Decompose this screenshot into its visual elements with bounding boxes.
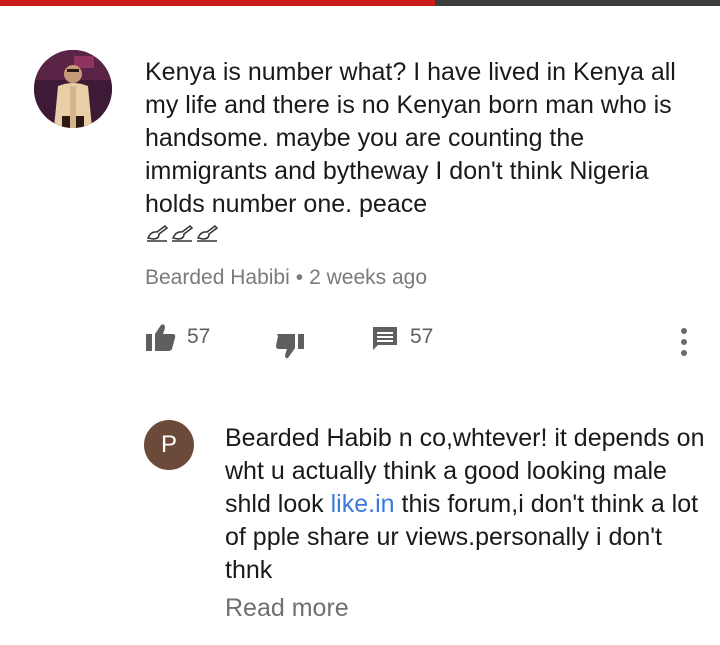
comment-author[interactable]: Bearded Habibi: [145, 266, 290, 289]
reply-button[interactable]: 57: [370, 322, 433, 352]
top-strip-dark: [435, 0, 720, 6]
avatar-photo: [34, 50, 112, 128]
writing-hand-icon: [146, 225, 169, 242]
reply-link[interactable]: like.in: [331, 490, 395, 518]
meta-separator: •: [295, 266, 304, 289]
reply-avatar-letter: P: [160, 431, 177, 458]
writing-hand-icon: [171, 225, 194, 242]
reply-count: 57: [410, 325, 434, 348]
commenter-avatar[interactable]: [34, 50, 112, 128]
writing-hand-icon: [196, 225, 219, 242]
thumbs-up-icon: [146, 324, 176, 351]
reply-avatar[interactable]: P: [144, 420, 194, 470]
like-count: 57: [187, 325, 211, 348]
comment-text: Kenya is number what? I have lived in Ke…: [145, 58, 676, 218]
like-button[interactable]: 57: [145, 322, 210, 352]
thumbs-down-icon: [276, 334, 304, 359]
top-strip: [0, 0, 720, 6]
top-strip-red: [0, 0, 435, 6]
read-more-button[interactable]: Read more: [225, 594, 349, 623]
comment-actions: 57 57: [145, 322, 705, 362]
comment-time: 2 weeks ago: [309, 266, 428, 289]
writing-hand-emojis: [145, 223, 705, 256]
reply-body: Bearded Habib n co,whtever! it depends o…: [225, 422, 705, 587]
more-vert-icon[interactable]: [672, 328, 696, 358]
comment-body: Kenya is number what? I have lived in Ke…: [145, 56, 705, 256]
comment-meta: Bearded Habibi • 2 weeks ago: [145, 266, 427, 290]
comment-icon: [373, 327, 397, 350]
dislike-button[interactable]: [275, 332, 305, 360]
